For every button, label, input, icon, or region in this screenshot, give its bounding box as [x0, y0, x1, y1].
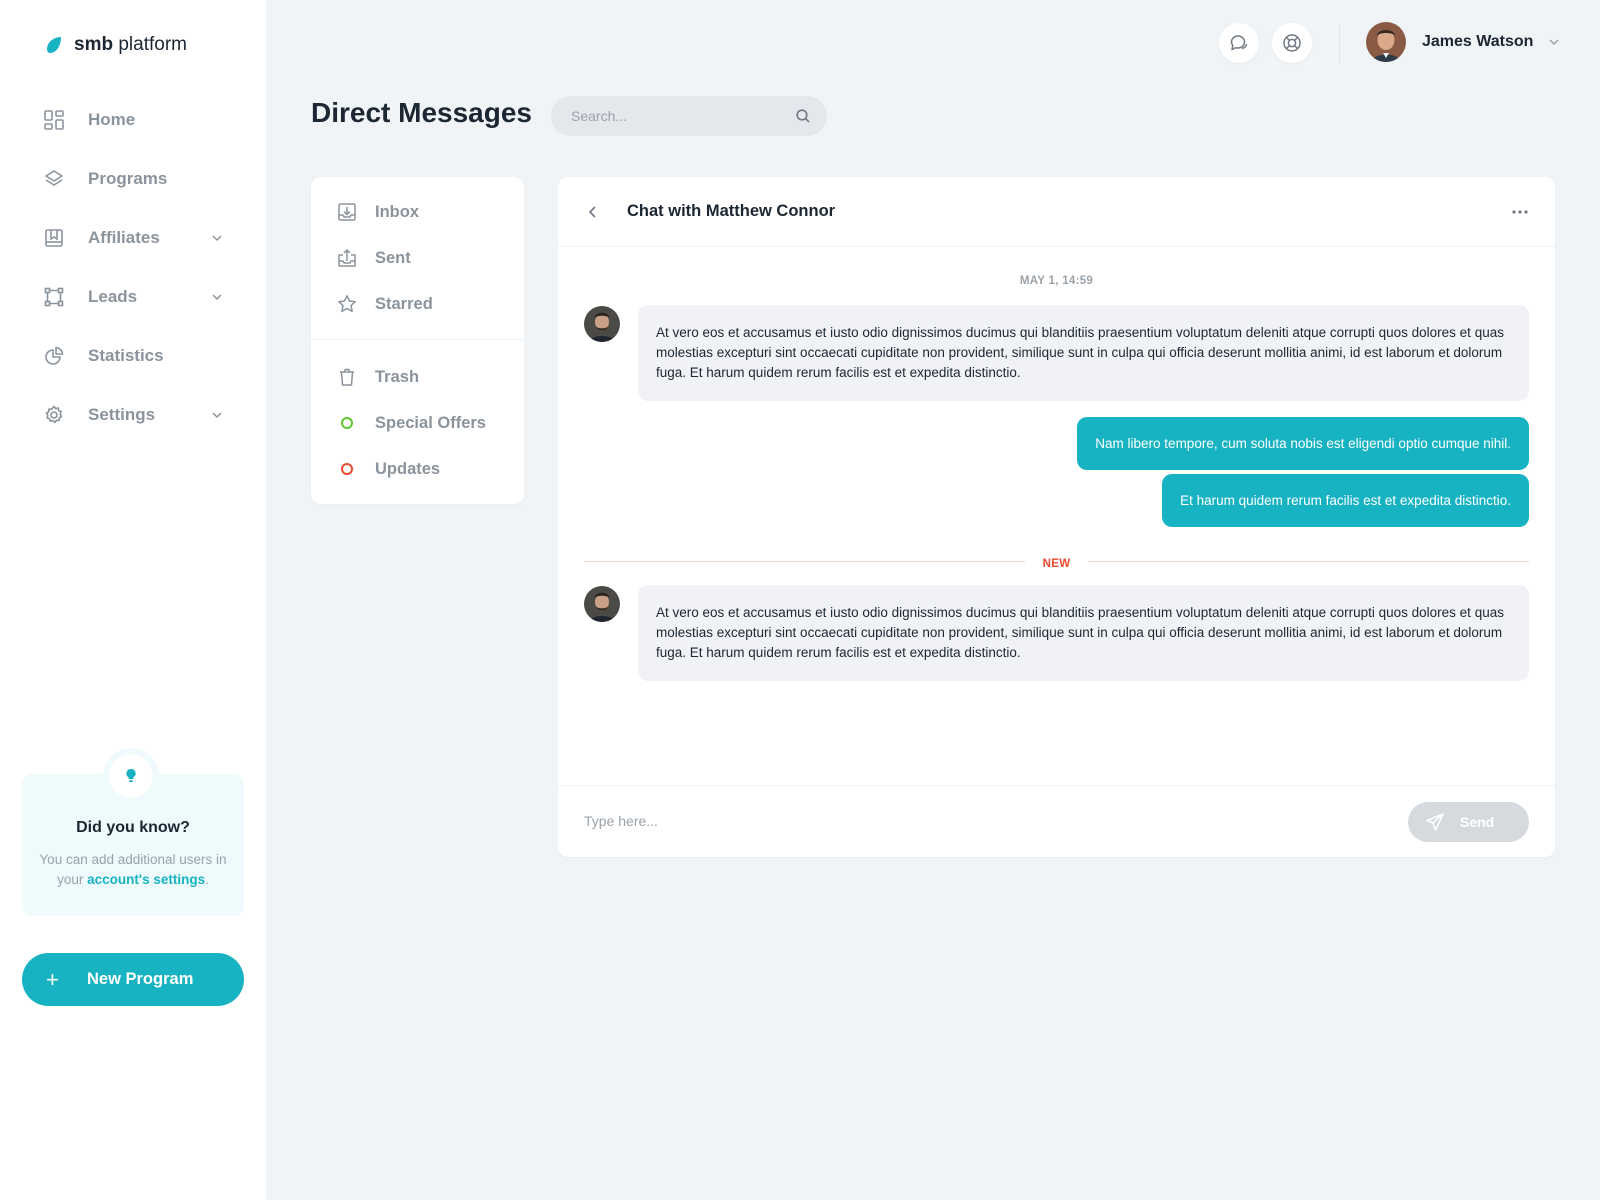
folder-panel: Inbox Sent Starred Trash Special Offers …: [311, 177, 524, 504]
sidebar-item-settings[interactable]: Settings: [0, 385, 266, 444]
sidebar-item-label: Statistics: [88, 345, 164, 365]
message-input[interactable]: [584, 802, 1364, 840]
lightbulb-icon: [126, 768, 136, 783]
send-button[interactable]: Send: [1408, 802, 1529, 842]
search-box: [551, 96, 827, 136]
affiliates-icon: [43, 227, 65, 249]
account-settings-link[interactable]: account's settings: [87, 872, 205, 887]
tip-bulb-badge: [103, 748, 159, 804]
back-arrow-icon[interactable]: [584, 203, 602, 221]
message-date: MAY 1, 14:59: [1019, 275, 1094, 287]
send-label: Send: [1460, 814, 1495, 830]
avatar: [584, 306, 620, 342]
topbar-divider: [1339, 24, 1340, 62]
folder-special-offers[interactable]: Special Offers: [311, 403, 524, 443]
avatar: [584, 586, 620, 622]
sidebar-item-home[interactable]: Home: [0, 90, 266, 149]
sidebar-item-programs[interactable]: Programs: [0, 149, 266, 208]
dot-icon: [337, 459, 357, 479]
message-bubble-outgoing: Nam libero tempore, cum soluta nobis est…: [1077, 417, 1529, 470]
new-messages-label: NEW: [558, 554, 1555, 572]
sidebar-item-label: Settings: [88, 404, 156, 424]
chevron-down-icon: [212, 411, 222, 418]
sidebar-item-label: Home: [88, 109, 136, 129]
sidebar-item-leads[interactable]: Leads: [0, 267, 266, 326]
more-options-icon[interactable]: [1510, 203, 1530, 221]
search-icon[interactable]: [795, 108, 811, 124]
sidebar-item-label: Programs: [88, 168, 168, 188]
gear-icon: [43, 404, 65, 426]
tip-text: You can add additional users in your acc…: [39, 852, 227, 887]
folder-label: Starred: [375, 294, 433, 313]
help-button[interactable]: [1272, 23, 1312, 63]
chat-bubbles-icon: [1230, 35, 1248, 51]
folder-divider: [311, 339, 524, 340]
sidebar: smb platform Home Programs Affiliates Le…: [0, 0, 266, 1200]
messages-button[interactable]: [1219, 23, 1259, 63]
folder-sent[interactable]: Sent: [311, 238, 524, 278]
sent-icon: [337, 248, 357, 268]
sidebar-item-statistics[interactable]: Statistics: [0, 326, 266, 385]
folder-label: Trash: [375, 367, 420, 386]
lifebuoy-icon: [1283, 34, 1301, 52]
chat-header: Chat with Matthew Connor: [558, 177, 1555, 247]
folder-starred[interactable]: Starred: [311, 284, 524, 324]
plus-icon: +: [46, 966, 59, 992]
chat-panel: Chat with Matthew Connor MAY 1, 14:59 At…: [558, 177, 1555, 857]
logo-leaf-icon: [47, 37, 61, 53]
paper-plane-icon: [1426, 813, 1444, 831]
dot-icon: [337, 413, 357, 433]
folder-label: Inbox: [375, 202, 419, 221]
chevron-down-icon: [212, 234, 222, 241]
tip-title: Did you know?: [76, 819, 190, 836]
folder-trash[interactable]: Trash: [311, 357, 524, 397]
layers-icon: [43, 168, 65, 190]
sidebar-nav: Home Programs Affiliates Leads Statistic…: [0, 90, 266, 444]
chevron-down-icon: [1549, 39, 1559, 46]
leads-icon: [43, 286, 65, 308]
avatar: [1366, 22, 1406, 62]
brand-name-strong: smb: [74, 34, 114, 55]
user-menu[interactable]: James Watson: [1366, 22, 1561, 62]
new-program-label: New Program: [87, 970, 194, 988]
pie-chart-icon: [43, 345, 65, 367]
sidebar-item-label: Leads: [88, 286, 138, 306]
tip-card: Did you know? You can add additional use…: [22, 748, 244, 916]
brand-name-rest: platform: [118, 34, 187, 55]
brand-logo[interactable]: smb platform: [44, 34, 187, 56]
chevron-down-icon: [212, 293, 222, 300]
inbox-icon: [337, 202, 357, 222]
message-composer: Send: [558, 785, 1555, 857]
folder-label: Special Offers: [375, 413, 486, 432]
star-icon: [337, 294, 357, 314]
sidebar-item-label: Affiliates: [88, 227, 160, 247]
folder-label: Updates: [375, 459, 441, 478]
new-program-button[interactable]: + New Program: [22, 953, 244, 1006]
message-bubble-incoming: At vero eos et accusamus et iusto odio d…: [638, 305, 1529, 401]
chat-title: Chat with Matthew Connor: [627, 202, 836, 220]
message-bubble-incoming: At vero eos et accusamus et iusto odio d…: [638, 585, 1529, 681]
folder-updates[interactable]: Updates: [311, 449, 524, 489]
folder-label: Sent: [375, 248, 411, 267]
user-name: James Watson: [1422, 33, 1534, 50]
sidebar-item-affiliates[interactable]: Affiliates: [0, 208, 266, 267]
grid-icon: [43, 109, 65, 131]
message-bubble-outgoing: Et harum quidem rerum facilis est et exp…: [1162, 474, 1529, 527]
search-input[interactable]: [571, 96, 781, 136]
folder-inbox[interactable]: Inbox: [311, 192, 524, 232]
trash-icon: [337, 367, 357, 387]
page-title: Direct Messages: [311, 97, 533, 128]
